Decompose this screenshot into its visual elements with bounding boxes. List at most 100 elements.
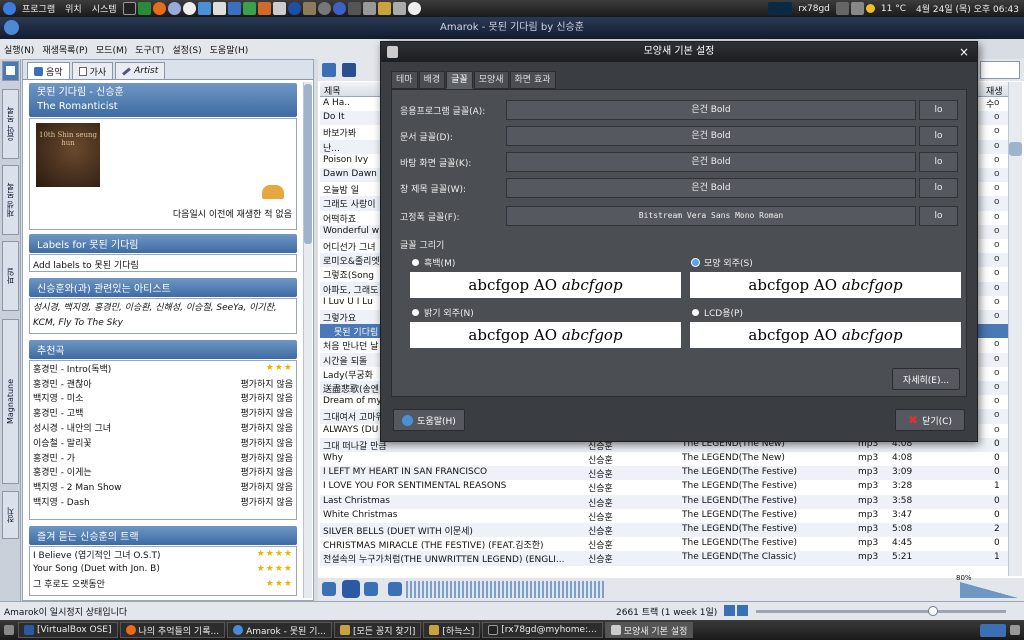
suggestion-row[interactable]: 홍경민 - 고백 평가하지 않음 (30, 405, 296, 420)
preview-lcd[interactable]: abcfgop AO abcfgop (690, 322, 961, 348)
distro-logo-icon[interactable] (3, 2, 16, 15)
analyzer-visual[interactable] (406, 581, 606, 598)
tray-clock[interactable]: 4월 24일 (목) 오후 06:43 (911, 2, 1024, 15)
tab-interface[interactable]: 모양새 (473, 71, 509, 89)
menu-programs[interactable]: 프로그램 (17, 2, 60, 15)
tab-background[interactable]: 배경 (418, 71, 446, 89)
album-cover[interactable]: 10th Shin seung hun (36, 123, 100, 187)
position-slider-handle[interactable] (928, 606, 938, 616)
gimp-launcher-icon[interactable] (302, 2, 316, 15)
favorite-row[interactable]: I Believe (엽기적인 그녀 O.S.T) ★★★★ (30, 547, 296, 562)
video-launcher-icon[interactable] (272, 2, 286, 15)
tab-fonts[interactable]: 글꼴 (446, 71, 473, 89)
play-button-icon[interactable] (342, 580, 360, 598)
now-playing-album[interactable]: The Romanticist (37, 100, 289, 114)
help-launcher-icon[interactable] (182, 2, 196, 15)
playlist-search-input[interactable] (980, 61, 1020, 79)
col-header-title[interactable]: 제목 (324, 84, 341, 97)
skull-launcher-icon[interactable] (407, 2, 421, 15)
vtab-magnatune[interactable]: Magnatune (2, 319, 19, 484)
show-desktop-icon[interactable] (4, 625, 14, 635)
writer2-launcher-icon[interactable] (377, 2, 391, 15)
tab-music[interactable]: 음악 (27, 62, 70, 79)
network-icon[interactable] (835, 2, 849, 15)
tab-artist[interactable]: Artist (115, 62, 166, 79)
font-size-button[interactable]: lo (919, 126, 958, 146)
task-appearance[interactable]: 모양새 기본 설정 (604, 622, 694, 638)
playlist-row[interactable]: SILVER BELLS (DUET WITH 이문세) 신승훈 The LEGEN… (320, 523, 1008, 538)
vtab-files[interactable]: 파일 (2, 241, 19, 311)
suggestion-row[interactable]: 백지영 - 2 Man Show 평가하지 않음 (30, 479, 296, 494)
tab-visual-effects[interactable]: 화면 효과 (509, 71, 556, 89)
apps-launcher-icon[interactable] (392, 2, 406, 15)
task-firefox[interactable]: 나의 추억들의 기록... (119, 622, 226, 638)
stop-button-icon[interactable] (364, 582, 378, 596)
playlist-scrollbar-thumb[interactable] (1009, 142, 1022, 156)
impress-launcher-icon[interactable] (257, 2, 271, 15)
menu-help[interactable]: 도움말(H) (206, 43, 253, 56)
camera-launcher-icon[interactable] (347, 2, 361, 15)
random-icon[interactable] (737, 605, 748, 616)
font-picker-button[interactable]: 은건 Bold (506, 152, 916, 172)
repeat-icon[interactable] (724, 605, 735, 616)
task-terminal[interactable]: [rx78gd@myhome:... (482, 622, 603, 638)
vtab-collection[interactable]: 음악 목록 (2, 89, 19, 159)
monitor-launcher-icon[interactable] (137, 2, 151, 15)
suggestion-row[interactable]: 이승철 - 말리꽃 평가하지 않음 (30, 435, 296, 450)
suggestion-row[interactable]: 백지영 - 미소 평가하지 않음 (30, 391, 296, 406)
menu-system[interactable]: 시스템 (87, 2, 122, 15)
writer-launcher-icon[interactable] (227, 2, 241, 15)
wiki-snail-icon[interactable] (262, 185, 284, 199)
preview-best-shapes[interactable]: abcfgop AO abcfgop (690, 272, 961, 298)
moon-launcher-icon[interactable] (317, 2, 331, 15)
close-button[interactable]: ✖ 닫기(C) (895, 409, 965, 431)
context-scrollbar[interactable] (303, 82, 312, 598)
playlist-row[interactable]: Last Christmas 신승훈 The LEGEND(The Festive)… (320, 494, 1008, 509)
menu-mode[interactable]: 모드(M) (92, 43, 131, 56)
menu-tools[interactable]: 도구(T) (131, 43, 168, 56)
font-size-button[interactable]: lo (919, 152, 958, 172)
tab-theme[interactable]: 테마 (391, 71, 418, 89)
related-artists-list[interactable]: 성시경, 백지영, 홍경민, 이승환, 신해성, 이승철, SeeYa, 이기찬… (29, 298, 297, 334)
playlist-row[interactable]: White Christmas 신승훈 The LEGEND(The Festive… (320, 509, 1008, 523)
firefox-launcher-icon[interactable] (152, 2, 166, 15)
volume-slider[interactable] (960, 582, 1018, 598)
disc-launcher-icon[interactable] (167, 2, 181, 15)
trash-icon[interactable] (1010, 625, 1020, 635)
menu-places[interactable]: 위치 (60, 2, 87, 15)
prev-track-icon[interactable] (322, 582, 336, 596)
font-picker-button[interactable]: Bitstream Vera Sans Mono Roman (506, 206, 916, 226)
dialog-close-icon[interactable]: × (957, 45, 971, 59)
help-button[interactable]: 도움말(H) (393, 409, 465, 431)
vtab-devices[interactable]: 장치 (2, 491, 19, 539)
playlist-save-icon[interactable] (342, 63, 356, 77)
radio-monochrome[interactable]: 흑백(M) (412, 256, 455, 269)
font-size-button[interactable]: lo (919, 178, 958, 198)
suggestion-row[interactable]: 홍경민 - 이게는 평가하지 않음 (30, 465, 296, 480)
suggestion-row[interactable]: 백지영 - Dash 평가하지 않음 (30, 494, 296, 509)
calc-launcher-icon[interactable] (242, 2, 256, 15)
preview-best-contrast[interactable]: abcfgop AO abcfgop (410, 322, 681, 348)
favorite-row[interactable]: Your Song (Duet with Jon. B) ★★★★ (30, 562, 296, 577)
suggestion-row[interactable]: 성시경 - 내안의 그녀 평가하지 않음 (30, 420, 296, 435)
task-virtualbox[interactable]: [VirtualBox OSE] (18, 622, 118, 638)
vtab-context[interactable] (2, 61, 19, 81)
playlist-row[interactable]: I LEFT MY HEART IN SAN FRANCISCO 신승훈 The L… (320, 466, 1008, 481)
playlist-row[interactable]: I LOVE YOU FOR SENTIMENTAL REASONS 신승훈 The… (320, 480, 1008, 494)
workspace-switcher-icon[interactable] (980, 623, 1006, 637)
preview-monochrome[interactable]: abcfgop AO abcfgop (410, 272, 681, 298)
suggestion-row[interactable]: 홍경민 - 괜찮아 평가하지 않음 (30, 376, 296, 391)
menu-settings[interactable]: 설정(S) (168, 43, 205, 56)
task-files[interactable]: [하늑스] (423, 622, 481, 638)
mail-launcher-icon[interactable] (212, 2, 226, 15)
chat-launcher-icon[interactable] (197, 2, 211, 15)
font-picker-button[interactable]: 은건 Bold (506, 100, 916, 120)
music-launcher-icon[interactable] (332, 2, 346, 15)
font-picker-button[interactable]: 은건 Bold (506, 178, 916, 198)
radio-best-contrast[interactable]: 밝기 외주(N) (412, 306, 474, 319)
details-button[interactable]: 자세히(E)... (892, 368, 960, 390)
radio-best-shapes[interactable]: 모양 외주(S) (692, 256, 753, 269)
task-find[interactable]: [모든 꽁지 찾기] (333, 622, 422, 638)
playlist-row[interactable]: Why 신승훈 The LEGEND(The New) mp3 4:08 0 (320, 452, 1008, 466)
gamepad-launcher-icon[interactable] (362, 2, 376, 15)
